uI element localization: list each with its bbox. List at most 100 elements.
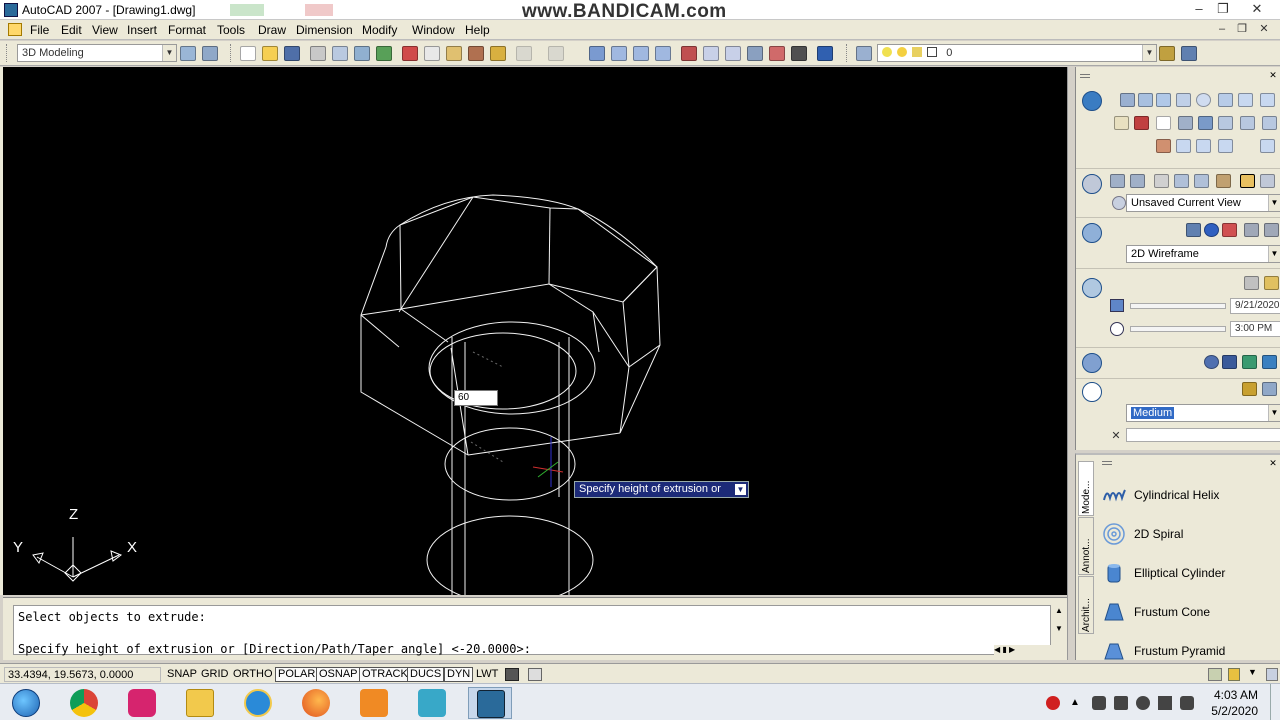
palette-item-elliptical-cylinder[interactable]: Elliptical Cylinder <box>1098 555 1279 591</box>
sheet-set-icon[interactable] <box>747 46 763 61</box>
time-slider[interactable] <box>1130 326 1226 332</box>
conceptual-style-icon[interactable] <box>1222 223 1237 237</box>
status-menu-icon[interactable]: ▼ <box>1248 667 1257 677</box>
close-icon[interactable]: ✕ <box>1268 458 1278 468</box>
render-icon[interactable] <box>1082 382 1102 402</box>
zoom-realtime-icon[interactable] <box>611 46 627 61</box>
taskbar-chrome[interactable] <box>62 687 106 719</box>
tool-palettes-icon[interactable] <box>725 46 741 61</box>
cut-icon[interactable] <box>402 46 418 61</box>
3d-dwf-icon[interactable] <box>376 46 392 61</box>
dyn-toggle[interactable]: DYN <box>444 667 474 682</box>
command-prompt[interactable]: Specify height of extrusion or [Directio… <box>18 642 531 656</box>
start-button[interactable] <box>4 687 48 719</box>
sphere-icon[interactable] <box>1196 93 1211 107</box>
doc-close-icon[interactable]: ✕ <box>1256 22 1272 37</box>
render-window-icon[interactable] <box>1262 382 1277 396</box>
material-attach-icon[interactable] <box>1222 355 1237 369</box>
lights-icon[interactable] <box>1082 278 1102 298</box>
materials-icon[interactable] <box>1082 353 1102 373</box>
undo-icon[interactable] <box>516 46 532 61</box>
sun-date-field[interactable]: 9/21/2020 <box>1230 298 1280 314</box>
chevron-down-icon[interactable]: ▼ <box>1268 195 1280 211</box>
menu-dimension[interactable]: Dimension <box>296 23 353 37</box>
lwt-toggle[interactable]: LWT <box>473 667 501 682</box>
network-icon[interactable] <box>1092 696 1106 710</box>
menu-insert[interactable]: Insert <box>127 23 157 37</box>
workspace-save-icon[interactable] <box>202 46 218 61</box>
material-scale-icon[interactable] <box>1262 355 1277 369</box>
materials-window-icon[interactable] <box>1242 355 1257 369</box>
sweep-icon[interactable] <box>1156 116 1171 130</box>
walk-icon[interactable] <box>1174 174 1189 188</box>
osnap-toggle[interactable]: OSNAP <box>316 667 361 682</box>
save-icon[interactable] <box>284 46 300 61</box>
doc-restore-icon[interactable]: ❐ <box>1234 22 1250 37</box>
copy-icon[interactable] <box>424 46 440 61</box>
layer-previous-icon[interactable] <box>1181 46 1197 61</box>
taskbar-app-pink[interactable] <box>120 687 164 719</box>
perspective-icon[interactable] <box>1240 174 1255 188</box>
taskbar-nox[interactable] <box>410 687 454 719</box>
union-icon[interactable] <box>1176 139 1191 153</box>
menu-format[interactable]: Format <box>168 23 206 37</box>
extrude-icon[interactable] <box>1114 116 1129 130</box>
wireframe-style-icon[interactable] <box>1186 223 1201 237</box>
ducs-toggle[interactable]: DUCS <box>407 667 445 682</box>
intersect-icon[interactable] <box>1218 139 1233 153</box>
zoom-previous-icon[interactable] <box>655 46 671 61</box>
polysolid-icon[interactable] <box>1120 93 1135 107</box>
model-space-icon[interactable] <box>505 668 519 681</box>
menu-file[interactable]: File <box>30 23 49 37</box>
menu-draw[interactable]: Draw <box>258 23 286 37</box>
torus-icon[interactable] <box>1238 93 1253 107</box>
clock-date[interactable]: 5/2/2020 <box>1211 704 1258 718</box>
chevron-down-icon[interactable]: ▼ <box>1268 405 1280 421</box>
subtract-icon[interactable] <box>1196 139 1211 153</box>
interfere-icon[interactable] <box>1262 116 1277 130</box>
toolbar-lock-icon[interactable] <box>1228 668 1240 681</box>
render-preset-dropdown[interactable]: Medium ▼ <box>1126 404 1280 422</box>
document-icon[interactable] <box>8 23 22 36</box>
taskbar-explorer[interactable] <box>178 687 222 719</box>
section-icon[interactable] <box>1156 139 1171 153</box>
taskbar-media[interactable] <box>352 687 396 719</box>
minimize-icon[interactable]: – <box>1188 1 1210 17</box>
palette-item-2d-spiral[interactable]: 2D Spiral <box>1098 516 1279 552</box>
palette-tab-architectural[interactable]: Archit... <box>1078 576 1094 634</box>
design-center-icon[interactable] <box>703 46 719 61</box>
layer-manager-icon[interactable] <box>856 46 872 61</box>
menu-tools[interactable]: Tools <box>217 23 245 37</box>
visual-style-manager-icon[interactable] <box>1244 223 1259 237</box>
ortho-toggle[interactable]: ORTHO <box>230 667 276 682</box>
open-icon[interactable] <box>262 46 278 61</box>
zoom-icon[interactable] <box>1130 174 1145 188</box>
cone-icon[interactable] <box>1176 93 1191 107</box>
slice-icon[interactable] <box>1218 116 1233 130</box>
pyramid-icon[interactable] <box>1260 93 1275 107</box>
grid-toggle[interactable]: GRID <box>198 667 232 682</box>
render-region-icon[interactable] <box>1242 382 1257 396</box>
palette-item-cylindrical-helix[interactable]: Cylindrical Helix <box>1098 477 1279 513</box>
material-map-icon[interactable] <box>1204 355 1219 369</box>
otrack-toggle[interactable]: OTRACK <box>359 667 411 682</box>
menu-view[interactable]: View <box>92 23 118 37</box>
clock-time[interactable]: 4:03 AM <box>1214 688 1258 702</box>
chevron-down-icon[interactable]: ▼ <box>1142 45 1156 61</box>
zoom-window-icon[interactable] <box>633 46 649 61</box>
dynamic-input-field[interactable]: 60 <box>454 390 498 406</box>
language-icon[interactable] <box>1136 696 1150 710</box>
close-icon[interactable]: ✕ <box>1246 1 1268 17</box>
layout-icon[interactable] <box>528 668 542 681</box>
palette-item-frustum-cone[interactable]: Frustum Cone <box>1098 594 1279 630</box>
coordinate-readout[interactable]: 33.4394, 19.5673, 0.0000 <box>4 667 161 682</box>
help-icon[interactable] <box>817 46 833 61</box>
light-settings-icon[interactable] <box>1244 276 1259 290</box>
battery-icon[interactable] <box>1158 696 1172 710</box>
publish-icon[interactable] <box>354 46 370 61</box>
plot-preview-icon[interactable] <box>332 46 348 61</box>
edge-settings-icon[interactable] <box>1264 223 1279 237</box>
toolbar-grip[interactable] <box>6 44 9 62</box>
security-icon[interactable] <box>1180 696 1194 710</box>
render-exposure-field[interactable] <box>1126 428 1280 442</box>
